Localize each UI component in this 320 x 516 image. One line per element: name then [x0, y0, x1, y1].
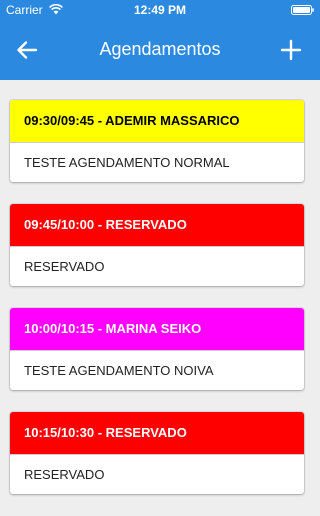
- appointment-list: 09:30/09:45 - ADEMIR MASSARICO TESTE AGE…: [10, 100, 304, 516]
- appointment-card[interactable]: 10:15/10:30 - RESERVADO RESERVADO: [10, 412, 304, 494]
- plus-icon[interactable]: [278, 37, 304, 63]
- clock: 12:49 PM: [133, 3, 187, 17]
- appointment-description: TESTE AGENDAMENTO NORMAL: [10, 142, 304, 182]
- appointment-description: TESTE AGENDAMENTO NOIVA: [10, 350, 304, 390]
- appointment-card[interactable]: 10:00/10:15 - MARINA SEIKO TESTE AGENDAM…: [10, 308, 304, 390]
- appointment-card[interactable]: 09:30/09:45 - ADEMIR MASSARICO TESTE AGE…: [10, 100, 304, 182]
- appointment-header: 10:00/10:15 - MARINA SEIKO: [10, 308, 304, 350]
- app-header: Carrier 12:49 PM Agendamentos: [0, 0, 320, 80]
- appointment-card[interactable]: 09:45/10:00 - RESERVADO RESERVADO: [10, 204, 304, 286]
- status-bar: Carrier 12:49 PM: [0, 0, 320, 20]
- appointment-description: RESERVADO: [10, 246, 304, 286]
- appointment-header: 09:30/09:45 - ADEMIR MASSARICO: [10, 100, 304, 142]
- page-title: Agendamentos: [99, 39, 221, 59]
- appointment-description: RESERVADO: [10, 454, 304, 494]
- appointment-header: 09:45/10:00 - RESERVADO: [10, 204, 304, 246]
- appointment-header: 10:15/10:30 - RESERVADO: [10, 412, 304, 454]
- navigation-bar: Agendamentos: [0, 20, 320, 80]
- battery-icon: [291, 5, 314, 15]
